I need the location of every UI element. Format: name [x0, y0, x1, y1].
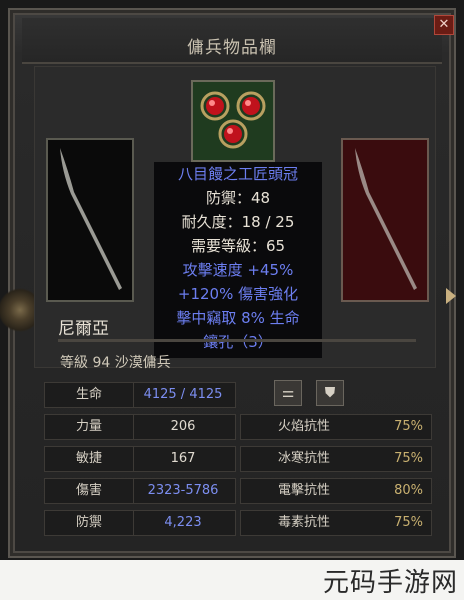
- stat-label: 生命: [75, 387, 102, 402]
- mercenary-name: 尼爾亞: [58, 319, 109, 339]
- item-tooltip: 八目饅之工匠頭冠 防禦：48 耐久度：18 / 25 需要等級：65 攻擊速度 …: [154, 162, 322, 358]
- resist-value: 75%: [394, 419, 423, 434]
- item-defense: 防禦：48: [205, 189, 271, 207]
- weapon-slot-right[interactable]: [341, 138, 429, 302]
- close-button[interactable]: ✕: [434, 15, 454, 35]
- shield-icon: ⛊: [324, 385, 336, 401]
- stat-label: 傷害: [75, 483, 102, 498]
- resist-row-lightning: 電擊抗性 80%: [240, 478, 432, 504]
- stat-label: 敏捷: [75, 451, 102, 466]
- item-mod-life-steal: 擊中竊取 8% 生命: [176, 309, 300, 327]
- crown-icon: [200, 91, 266, 149]
- item-mod-attack-speed: 攻擊速度 +45%: [182, 261, 294, 279]
- stat-row-strength: 力量 206: [44, 414, 236, 440]
- resist-value: 75%: [394, 451, 423, 466]
- resist-label: 毒素抗性: [277, 515, 330, 530]
- stat-row-damage: 傷害 2323-5786: [44, 478, 236, 504]
- stats-toggle-button[interactable]: ⚌: [274, 380, 302, 406]
- resist-label: 火焰抗性: [277, 419, 330, 434]
- resist-value: 80%: [394, 483, 423, 498]
- stat-value: 167: [170, 451, 196, 466]
- stat-value: 2323-5786: [147, 483, 219, 498]
- spear-icon: [355, 148, 417, 290]
- item-required-level: 需要等級：65: [190, 237, 286, 255]
- item-name: 八目饅之工匠頭冠: [177, 165, 298, 183]
- experience-bar: [58, 339, 416, 342]
- resist-label: 電擊抗性: [277, 483, 330, 498]
- item-mod-damage: +120% 傷害強化: [177, 285, 299, 303]
- next-page-arrow-icon[interactable]: [446, 288, 456, 304]
- stat-row-dexterity: 敏捷 167: [44, 446, 236, 472]
- mercenary-level: 等級 94 沙漠傭兵: [60, 355, 171, 371]
- item-sockets: 鑲孔（3）: [203, 333, 273, 351]
- resist-row-cold: 冰寒抗性 75%: [240, 446, 432, 472]
- item-durability: 耐久度：18 / 25: [181, 213, 295, 231]
- stat-value: 206: [170, 419, 196, 434]
- resist-label: 冰寒抗性: [277, 451, 330, 466]
- resist-row-fire: 火焰抗性 75%: [240, 414, 432, 440]
- weapon-slot-left[interactable]: [46, 138, 134, 302]
- stat-value: 4125 / 4125: [143, 387, 223, 402]
- resist-value: 75%: [394, 515, 423, 530]
- defense-toggle-button[interactable]: ⛊: [316, 380, 344, 406]
- resist-row-poison: 毒素抗性 75%: [240, 510, 432, 536]
- stat-label: 力量: [75, 419, 102, 434]
- stat-value: 4,223: [164, 515, 202, 530]
- watermark-text: 元码手游网: [322, 568, 458, 598]
- stat-label: 防禦: [75, 515, 102, 530]
- stat-row-defense: 防禦 4,223: [44, 510, 236, 536]
- watermark-bar: 元码手游网: [0, 560, 464, 600]
- spear-icon: [60, 148, 122, 290]
- helmet-slot[interactable]: [191, 80, 275, 162]
- stat-row-life: 生命 4125 / 4125: [44, 382, 236, 408]
- window-title: 傭兵物品欄: [187, 38, 277, 58]
